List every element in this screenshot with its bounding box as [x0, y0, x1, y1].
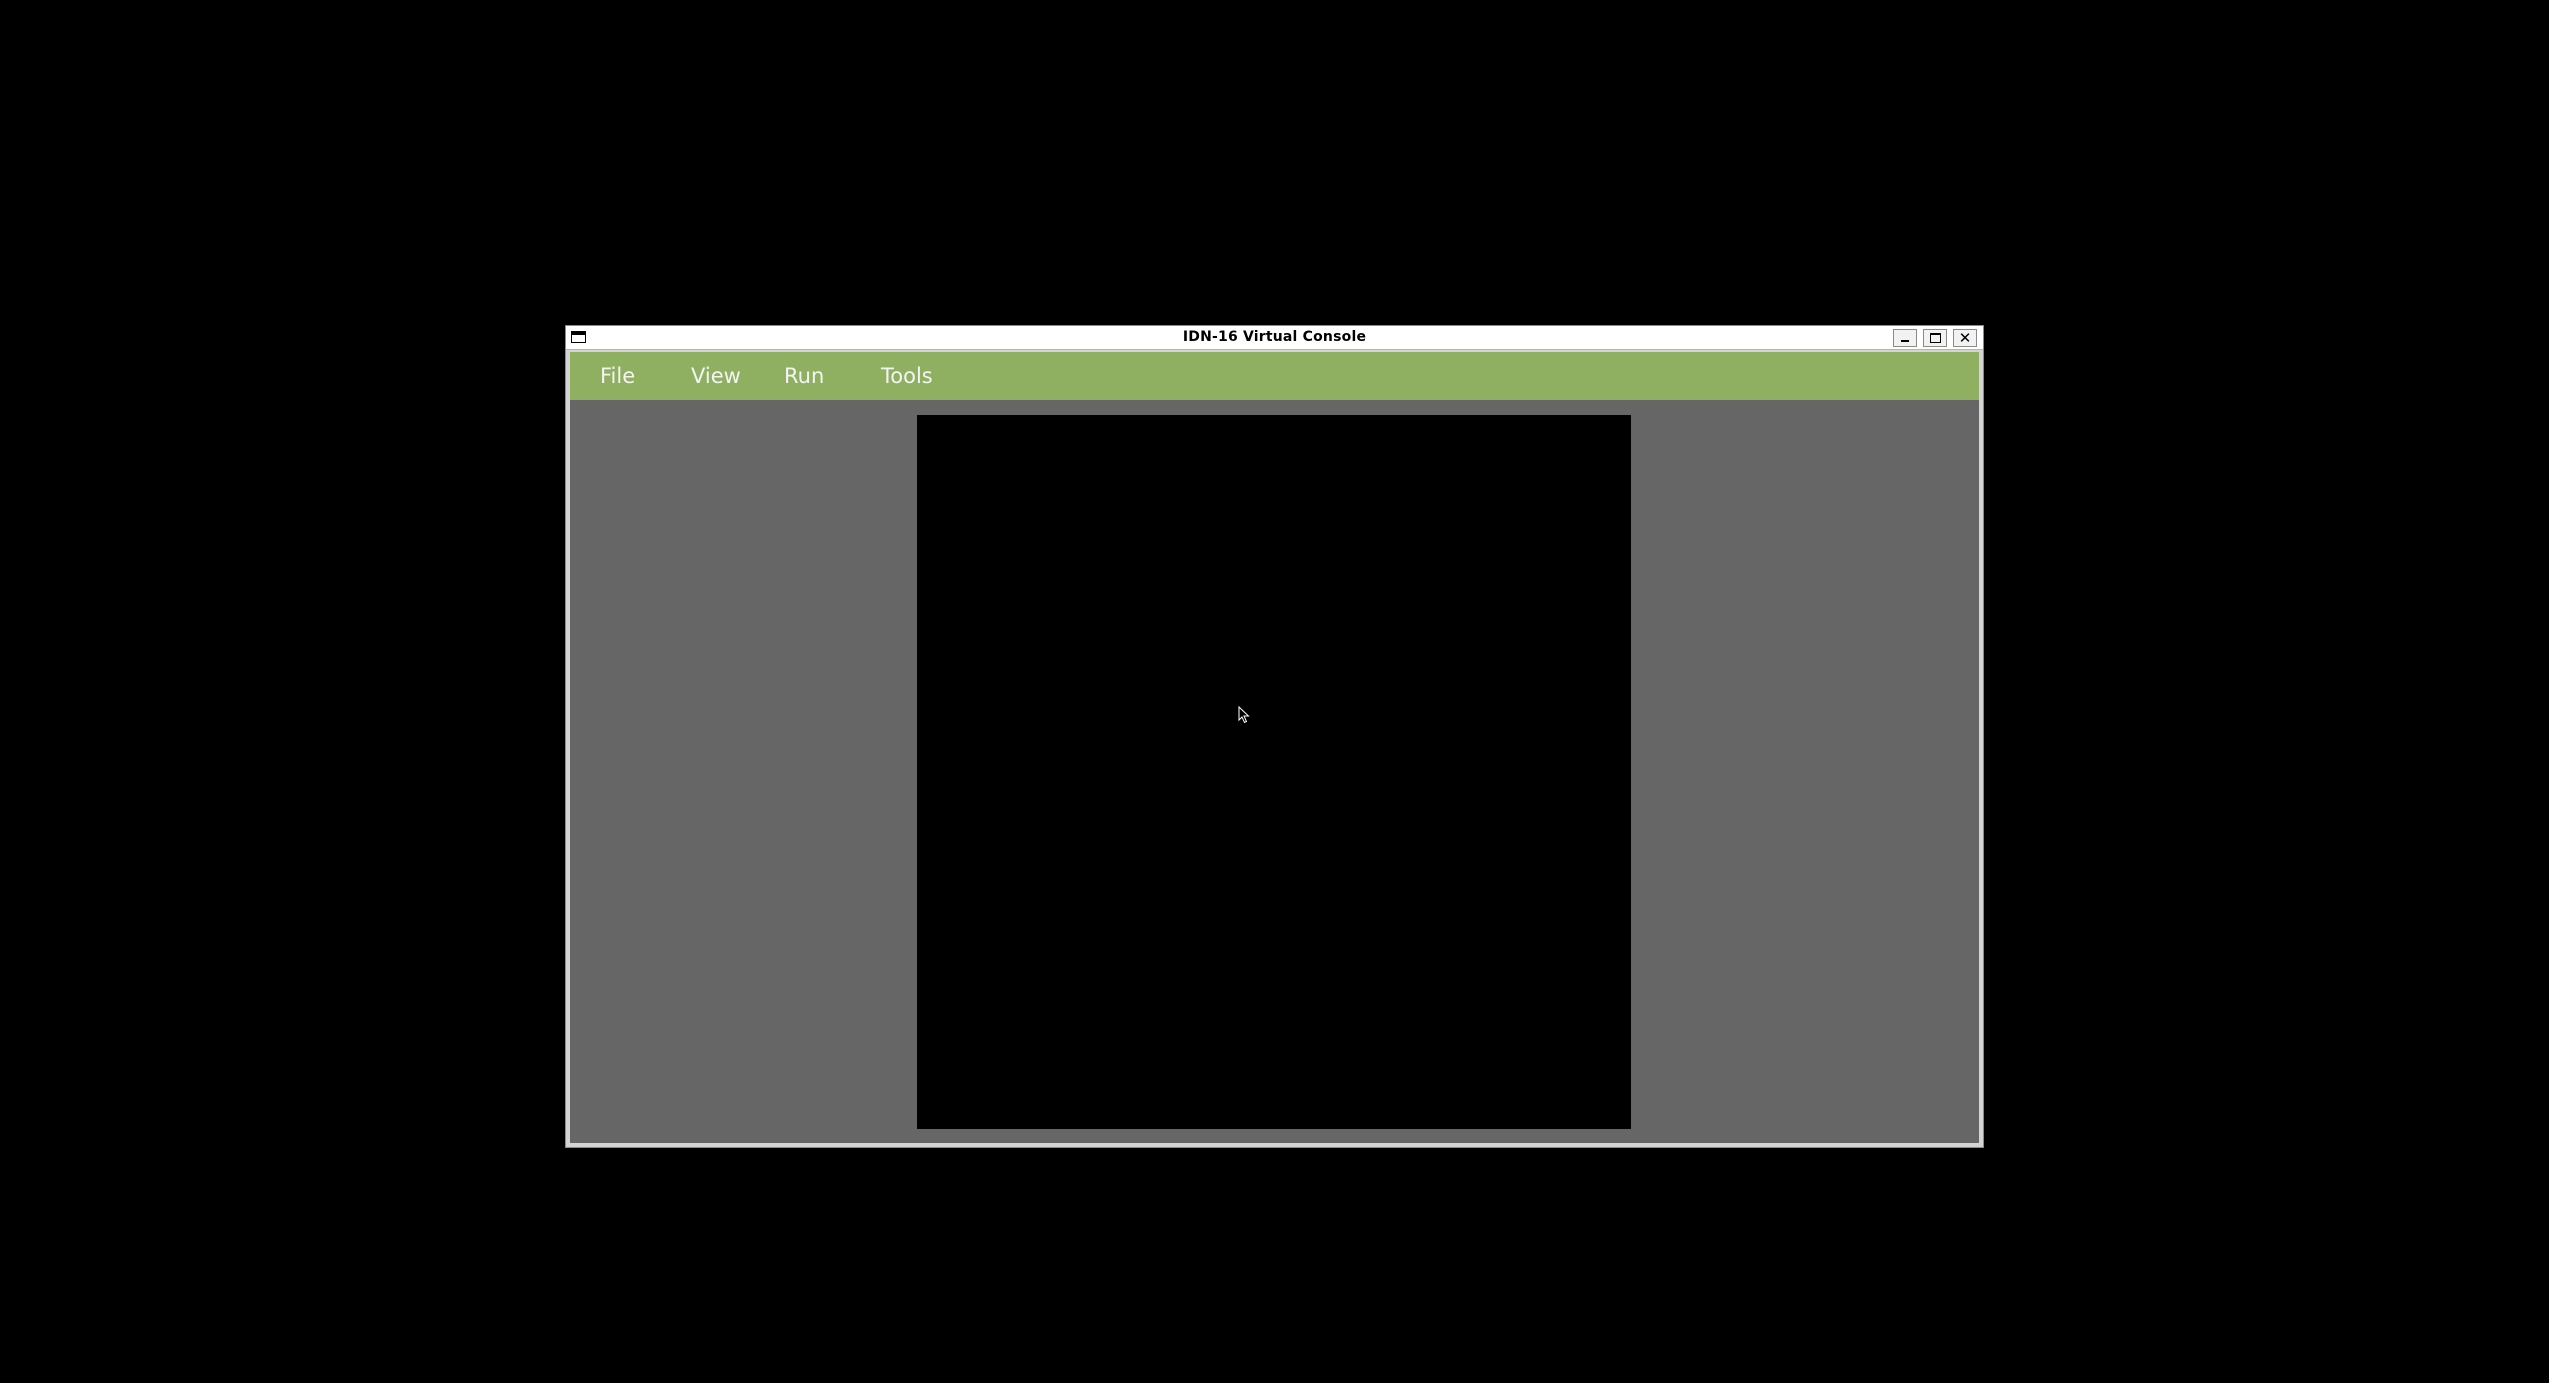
minimize-icon	[1901, 340, 1909, 342]
console-screen[interactable]	[917, 415, 1631, 1129]
window-titlebar[interactable]: IDN-16 Virtual Console ✕	[566, 326, 1983, 350]
menu-run[interactable]: Run	[784, 352, 824, 400]
console-window: IDN-16 Virtual Console ✕ File View Run T…	[565, 325, 1984, 1148]
console-viewport-area	[570, 400, 1979, 1143]
desktop: IDN-16 Virtual Console ✕ File View Run T…	[0, 0, 2549, 1383]
close-icon: ✕	[1958, 329, 1972, 347]
menu-view[interactable]: View	[691, 352, 741, 400]
menu-file[interactable]: File	[600, 352, 635, 400]
window-client-area: File View Run Tools	[570, 352, 1979, 1143]
menubar: File View Run Tools	[570, 352, 1979, 400]
window-title: IDN-16 Virtual Console	[1182, 329, 1367, 345]
mouse-pointer-icon	[1238, 706, 1250, 724]
close-button[interactable]: ✕	[1953, 329, 1977, 347]
maximize-icon	[1930, 333, 1941, 343]
menu-tools[interactable]: Tools	[881, 352, 933, 400]
minimize-button[interactable]	[1893, 329, 1917, 347]
maximize-button[interactable]	[1923, 329, 1947, 347]
